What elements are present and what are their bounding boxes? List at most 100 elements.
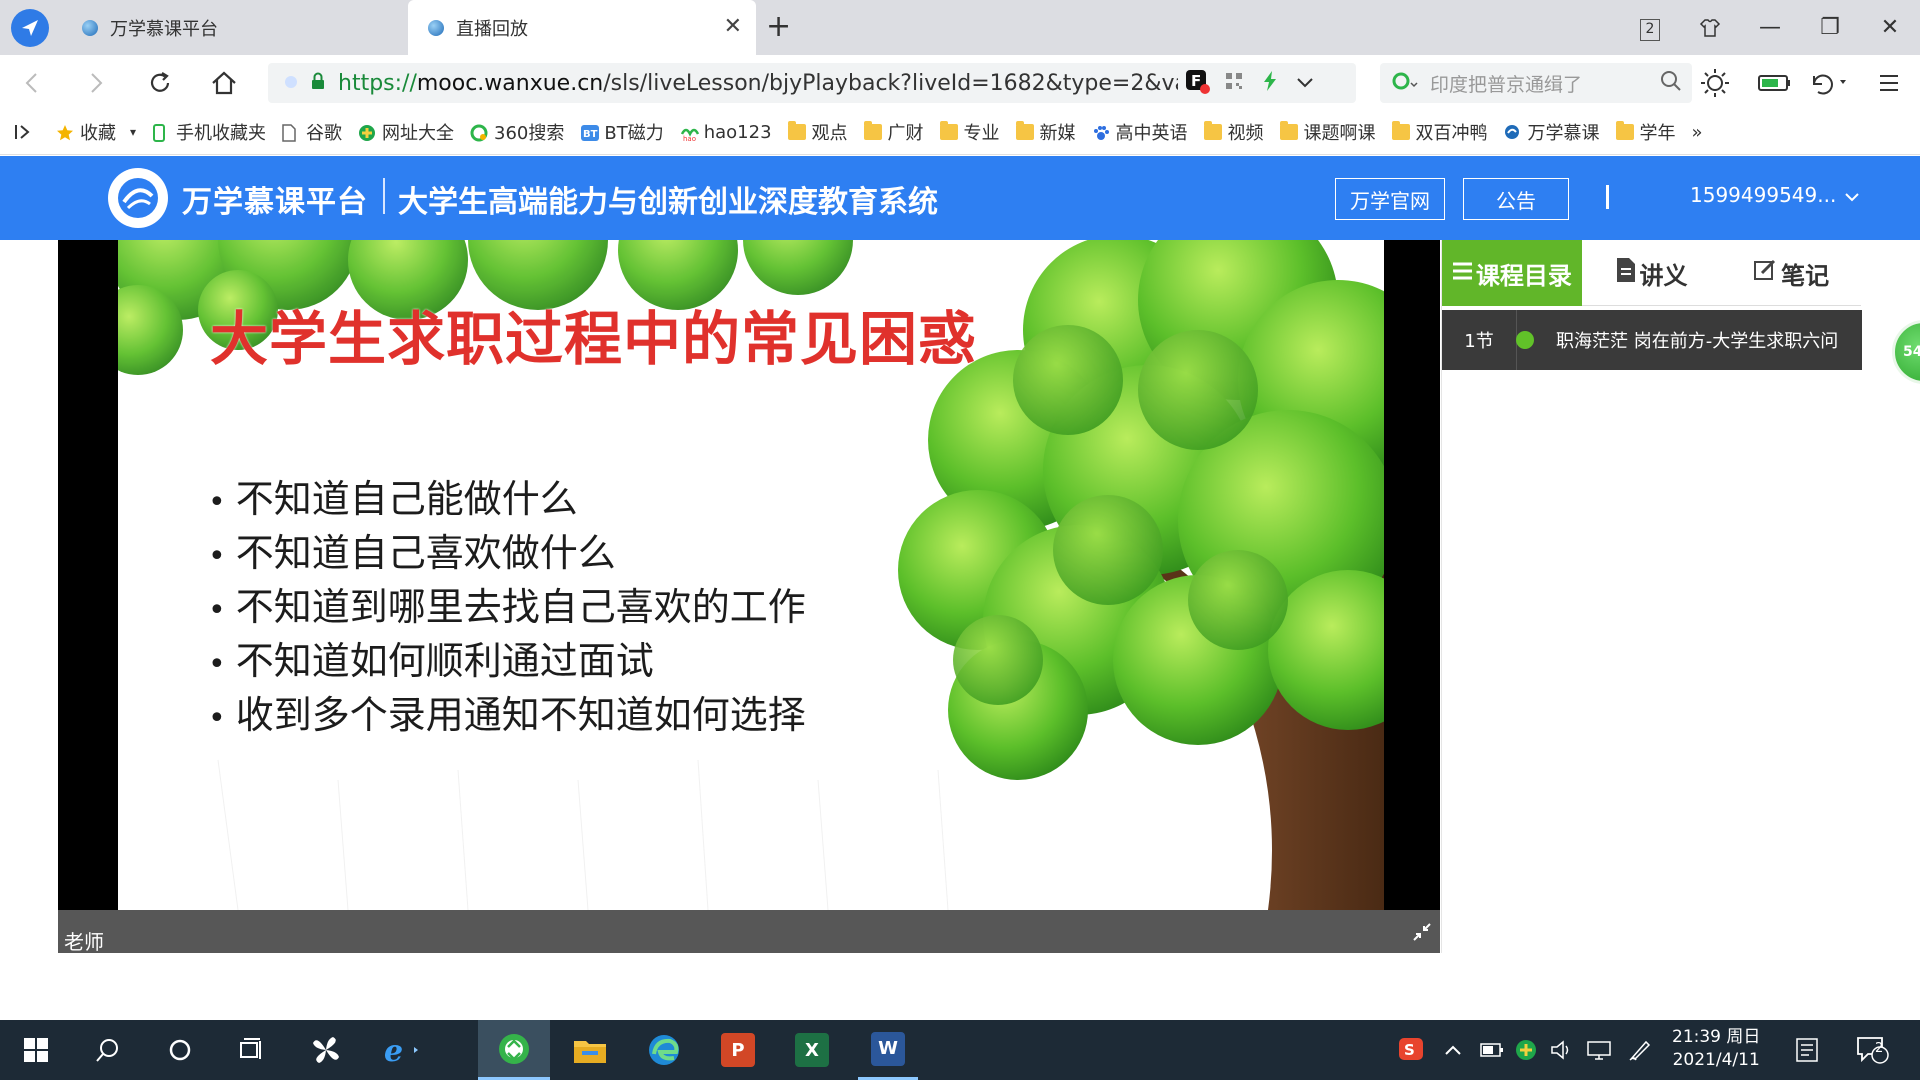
bookmark-bt[interactable]: BT BT磁力	[580, 119, 664, 145]
pinwheel-app-icon[interactable]	[296, 1020, 356, 1080]
bookmark-mobile-favorites[interactable]: 手机收藏夹	[152, 119, 266, 145]
tab-course-catalog[interactable]: 课程目录	[1442, 240, 1582, 306]
tab-wanxue-platform[interactable]: 万学慕课平台	[62, 0, 408, 55]
notice-button[interactable]: 公告	[1463, 178, 1569, 220]
battery-icon[interactable]	[1480, 1020, 1504, 1080]
volume-icon[interactable]	[1550, 1020, 1574, 1080]
sidebar-tabs: 课程目录 讲义 笔记	[1442, 240, 1861, 306]
site-favicon-icon	[82, 19, 98, 36]
bookmark-360-search[interactable]: 360搜索	[470, 119, 564, 145]
browser-logo-icon[interactable]	[11, 9, 49, 47]
folder-icon	[1279, 121, 1298, 140]
excel-icon[interactable]: X	[782, 1020, 842, 1080]
svg-text:e: e	[384, 1034, 403, 1067]
taskbar-360-browser-icon[interactable]	[478, 1020, 550, 1080]
more-bookmarks-button[interactable]: »	[1692, 122, 1703, 143]
bookmark-folder-major[interactable]: 专业	[939, 119, 1000, 145]
video-player[interactable]: 大学生求职过程中的常见困惑 不知道自己能做什么 不知道自己喜欢做什么 不知道到哪…	[58, 240, 1440, 953]
minimize-button[interactable]: —	[1740, 15, 1800, 40]
bookmark-url-directory[interactable]: 网址大全	[358, 119, 454, 145]
bookmark-favorites[interactable]: 收藏 ▾	[56, 119, 136, 145]
header-separator	[1606, 185, 1609, 209]
bookmark-google[interactable]: 谷歌	[282, 119, 342, 145]
new-tab-button[interactable]: +	[766, 12, 791, 42]
svg-text:F: F	[1191, 72, 1201, 90]
folder-icon	[1203, 121, 1222, 140]
bookmark-folder-video[interactable]: 视频	[1203, 119, 1264, 145]
tab-label: 万学慕课平台	[110, 18, 218, 40]
site-favicon-icon	[1504, 124, 1522, 140]
extension-f-icon[interactable]: F	[1184, 68, 1210, 98]
floating-badge[interactable]: 54	[1892, 320, 1920, 384]
bookmark-folder-school-year[interactable]: 学年	[1615, 119, 1676, 145]
chevron-down-icon[interactable]	[1296, 74, 1314, 93]
undo-icon[interactable]	[1808, 67, 1848, 99]
close-tab-icon[interactable]: ✕	[724, 16, 742, 38]
slide-bullet: 不知道到哪里去找自己喜欢的工作	[208, 580, 806, 634]
menu-icon[interactable]	[1878, 67, 1900, 99]
exit-fullscreen-icon[interactable]	[1412, 922, 1432, 946]
svg-text:hao: hao	[683, 135, 696, 142]
bookmark-folder-double-hundred[interactable]: 双百冲鸭	[1391, 119, 1488, 145]
home-icon[interactable]	[208, 67, 240, 99]
lightning-icon[interactable]	[1262, 70, 1278, 96]
bookmark-folder-viewpoint[interactable]: 观点	[787, 119, 848, 145]
sogou-input-icon[interactable]: S	[1398, 1020, 1424, 1080]
folder-icon	[939, 121, 958, 140]
bookmark-folder-topics[interactable]: 课题啊课	[1279, 119, 1376, 145]
tab-count-button[interactable]: 2	[1620, 14, 1680, 41]
search-icon[interactable]	[1660, 70, 1682, 96]
document-icon	[1616, 257, 1636, 289]
show-hidden-icons-icon[interactable]	[1444, 1020, 1462, 1080]
windows-start-icon[interactable]	[6, 1020, 66, 1080]
bookmark-folder-guangcai[interactable]: 广财	[863, 119, 924, 145]
search-engine-icon[interactable]	[1392, 71, 1420, 95]
teacher-label: 老师	[64, 930, 104, 953]
wanxue-logo-icon[interactable]	[108, 168, 168, 228]
system-clock[interactable]: 21:39 周日 2021/4/11	[1672, 1026, 1760, 1072]
restore-button[interactable]: ❐	[1800, 15, 1860, 40]
reload-icon[interactable]	[144, 67, 176, 99]
shirt-skin-icon[interactable]	[1680, 15, 1740, 40]
task-view-icon[interactable]	[222, 1020, 282, 1080]
search-box[interactable]: 印度把普京通缉了	[1380, 63, 1692, 103]
close-window-button[interactable]: ✕	[1860, 15, 1920, 40]
network-icon[interactable]	[1586, 1020, 1612, 1080]
user-menu[interactable]: 1599499549...	[1690, 183, 1860, 207]
address-bar[interactable]: https://mooc.wanxue.cn/sls/liveLesson/bj…	[268, 63, 1356, 103]
notes-icon[interactable]	[1794, 1020, 1820, 1080]
cortana-icon[interactable]	[150, 1020, 210, 1080]
pen-icon[interactable]	[1628, 1020, 1652, 1080]
bt-icon: BT	[580, 124, 600, 141]
powerpoint-icon[interactable]: P	[708, 1020, 768, 1080]
tab-notes[interactable]: 笔记	[1721, 240, 1861, 306]
bookmark-wanxue[interactable]: 万学慕课	[1504, 119, 1600, 145]
360-security-tray-icon[interactable]	[1514, 1020, 1538, 1080]
lesson-item[interactable]: 1节 职海茫茫 岗在前方-大学生求职六问	[1442, 310, 1862, 370]
brightness-icon[interactable]	[1700, 67, 1730, 99]
bookmark-hao123[interactable]: hao hao123	[680, 122, 772, 143]
lesson-status-dot-icon	[1516, 331, 1534, 349]
forward-arrow-icon[interactable]	[80, 67, 112, 99]
tab-live-playback[interactable]: 直播回放 ✕	[408, 0, 756, 55]
file-explorer-icon[interactable]	[560, 1020, 620, 1080]
lock-icon[interactable]	[310, 72, 326, 94]
search-icon[interactable]	[78, 1020, 138, 1080]
official-site-button[interactable]: 万学官网	[1335, 178, 1445, 220]
action-center-icon[interactable]: 2	[1856, 1020, 1890, 1080]
sidebar-toggle-icon[interactable]	[14, 123, 34, 141]
word-icon[interactable]: W	[858, 1020, 918, 1080]
slide-title: 大学生求职过程中的常见困惑	[210, 305, 978, 373]
edge-browser-icon[interactable]	[634, 1020, 694, 1080]
bookmark-folder-new-media[interactable]: 新媒	[1015, 119, 1076, 145]
search-input[interactable]: 印度把普京通缉了	[1430, 70, 1660, 97]
ie-browser-icon[interactable]: e	[372, 1020, 432, 1080]
tab-handout[interactable]: 讲义	[1582, 240, 1722, 306]
url-text[interactable]: https://mooc.wanxue.cn/sls/liveLesson/bj…	[338, 71, 1178, 96]
qr-code-icon[interactable]	[1224, 71, 1244, 95]
bookmark-highschool-english[interactable]: 高中英语	[1092, 119, 1188, 145]
page-icon	[282, 124, 300, 142]
battery-saver-icon[interactable]	[1758, 67, 1792, 99]
back-arrow-icon[interactable]	[16, 67, 48, 99]
caret-down-icon[interactable]: ▾	[130, 125, 136, 139]
